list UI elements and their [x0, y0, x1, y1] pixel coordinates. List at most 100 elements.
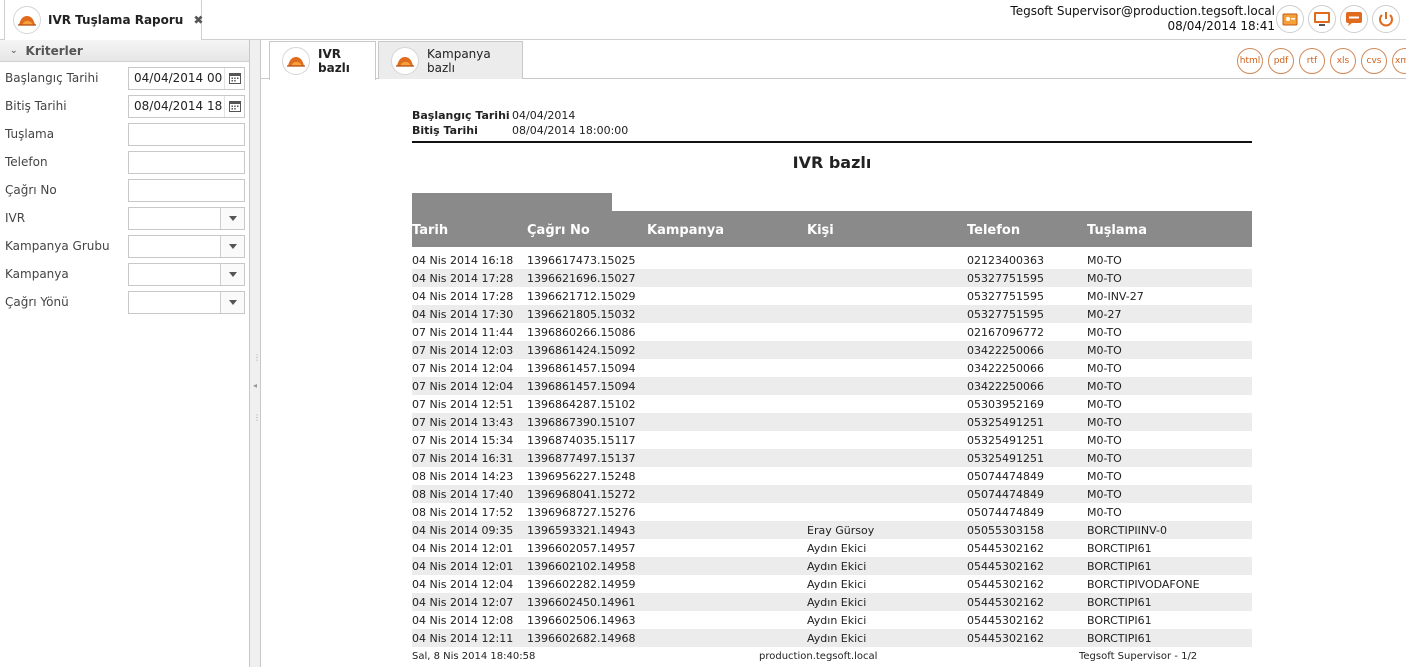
cell-person: Aydın Ekici	[807, 541, 867, 555]
table-row: 07 Nis 2014 16:31 1396877497.15137 0532549…	[412, 449, 1252, 467]
cell-keypress: BORCTIPI61	[1087, 613, 1152, 627]
report-start-row: Başlangıç Tarihi 04/04/2014	[412, 108, 1252, 123]
close-icon[interactable]: ✖	[193, 13, 203, 27]
dropdown-arrow-icon[interactable]	[220, 291, 244, 313]
campaign-group-select[interactable]	[128, 234, 245, 258]
cell-phone: 05445302162	[967, 631, 1044, 645]
footer-timestamp: Sal, 8 Nis 2014 18:40:58	[412, 651, 536, 662]
end-date-input[interactable]: 08/04/2014 18	[128, 94, 245, 118]
export-cvs-button[interactable]: cvs	[1361, 48, 1387, 74]
dropdown-arrow-icon[interactable]	[220, 235, 244, 257]
footer-user-page: Tegsoft Supervisor - 1/2	[1079, 651, 1198, 662]
cell-call-no: 1396861457.15094	[527, 361, 636, 375]
call-no-input[interactable]	[128, 178, 245, 202]
export-xls-button[interactable]: xls	[1330, 48, 1356, 74]
start-date-input[interactable]: 04/04/2014 00	[128, 66, 245, 90]
cell-phone: 05327751595	[967, 271, 1044, 285]
table-row: 04 Nis 2014 12:07 1396602450.14961 Aydın E…	[412, 593, 1252, 611]
cell-keypress: M0-TO	[1087, 361, 1122, 375]
tab-ivr-based[interactable]: IVR bazlı	[269, 41, 376, 80]
table-row: 04 Nis 2014 12:04 1396602282.14959 Aydın E…	[412, 575, 1252, 593]
report-end-row: Bitiş Tarihi 08/04/2014 18:00:00	[412, 123, 1252, 138]
table-row: 04 Nis 2014 12:01 1396602102.14958 Aydın E…	[412, 557, 1252, 575]
campaign-group-row: Kampanya Grubu	[0, 232, 249, 260]
id-card-icon[interactable]	[1276, 5, 1304, 33]
cell-call-no: 1396621712.15029	[527, 289, 636, 303]
call-no-row: Çağrı No	[0, 176, 249, 204]
user-name: Tegsoft Supervisor@production.tegsoft.lo…	[1010, 4, 1275, 18]
splitter-grip-icon[interactable]: ⋮	[253, 413, 261, 422]
column-header-keypress: Tuşlama	[1087, 223, 1147, 238]
dropdown-arrow-icon[interactable]	[220, 207, 244, 229]
cell-call-no: 1396968041.15272	[527, 487, 636, 501]
cell-person: Aydın Ekici	[807, 631, 867, 645]
table-row: 04 Nis 2014 09:35 1396593321.14943 Eray Gü…	[412, 521, 1252, 539]
cell-call-no: 1396956227.15248	[527, 469, 636, 483]
table-row: 04 Nis 2014 12:01 1396602057.14957 Aydın E…	[412, 539, 1252, 557]
cell-phone: 03422250066	[967, 361, 1044, 375]
cell-keypress: M0-27	[1087, 307, 1122, 321]
call-no-label: Çağrı No	[5, 183, 57, 197]
cell-call-no: 1396861424.15092	[527, 343, 636, 357]
criteria-panel-header[interactable]: ⌄ Kriterler	[0, 40, 249, 62]
cell-keypress: M0-TO	[1087, 397, 1122, 411]
table-row: 07 Nis 2014 12:04 1396861457.15094 0342225…	[412, 377, 1252, 395]
cell-person: Eray Gürsoy	[807, 523, 875, 537]
export-xml-button[interactable]: xm	[1392, 48, 1406, 74]
cell-date: 04 Nis 2014 12:04	[412, 577, 514, 591]
report-title: IVR bazlı	[792, 153, 872, 172]
report-footer: Sal, 8 Nis 2014 18:40:58 production.tegs…	[412, 651, 1202, 662]
cell-phone: 05327751595	[967, 289, 1044, 303]
tab-campaign-based[interactable]: Kampanya bazlı	[378, 41, 523, 79]
table-body: 04 Nis 2014 16:18 1396617473.15025 0212340…	[412, 251, 1252, 647]
cell-date: 08 Nis 2014 14:23	[412, 469, 514, 483]
tegsoft-logo-icon	[13, 6, 41, 34]
power-icon[interactable]	[1372, 5, 1400, 33]
cell-date: 04 Nis 2014 17:30	[412, 307, 514, 321]
report-area: IVR bazlı Kampanya bazlı html pdf rtf xl…	[260, 40, 1406, 667]
footer-host: production.tegsoft.local	[759, 651, 878, 662]
cell-call-no: 1396877497.15137	[527, 451, 636, 465]
cell-call-no: 1396968727.15276	[527, 505, 636, 519]
export-html-button[interactable]: html	[1237, 48, 1263, 74]
ivr-select[interactable]	[128, 206, 245, 230]
start-date-label: Başlangıç Tarihi	[5, 71, 99, 85]
cell-date: 07 Nis 2014 13:43	[412, 415, 514, 429]
table-row: 07 Nis 2014 15:34 1396874035.15117 0532549…	[412, 431, 1252, 449]
campaign-group-label: Kampanya Grubu	[5, 239, 110, 253]
keypress-input[interactable]	[128, 122, 245, 146]
campaign-select[interactable]	[128, 262, 245, 286]
phone-input[interactable]	[128, 150, 245, 174]
cell-phone: 05445302162	[967, 541, 1044, 555]
collapse-arrow-icon[interactable]: ◂	[253, 381, 257, 390]
table-row: 08 Nis 2014 14:23 1396956227.15248 0507447…	[412, 467, 1252, 485]
dropdown-arrow-icon[interactable]	[220, 263, 244, 285]
cell-date: 07 Nis 2014 16:31	[412, 451, 514, 465]
table-row: 07 Nis 2014 12:03 1396861424.15092 0342225…	[412, 341, 1252, 359]
cell-call-no: 1396874035.15117	[527, 433, 636, 447]
export-rtf-button[interactable]: rtf	[1299, 48, 1325, 74]
tab-label: Kampanya bazlı	[427, 46, 491, 75]
report-start-label: Başlangıç Tarihi	[412, 109, 510, 122]
cell-call-no: 1396867390.15107	[527, 415, 636, 429]
splitter-grip-icon[interactable]: ⋮	[253, 353, 261, 362]
monitor-icon[interactable]	[1308, 5, 1336, 33]
cell-call-no: 1396860266.15086	[527, 325, 636, 339]
cell-call-no: 1396602282.14959	[527, 577, 636, 591]
report-start-value: 04/04/2014	[512, 109, 576, 122]
phone-label: Telefon	[5, 155, 48, 169]
calendar-icon[interactable]	[224, 67, 244, 89]
export-pdf-button[interactable]: pdf	[1268, 48, 1294, 74]
group-header-band	[412, 193, 612, 211]
cell-keypress: M0-TO	[1087, 469, 1122, 483]
app-tab[interactable]: IVR Tuşlama Raporu ✖	[4, 0, 203, 40]
cell-call-no: 1396621696.15027	[527, 271, 636, 285]
ivr-label: IVR	[5, 211, 26, 225]
cell-date: 04 Nis 2014 09:35	[412, 523, 514, 537]
panel-splitter[interactable]: ⋮ ◂ ⋮	[250, 40, 261, 667]
chat-icon[interactable]	[1340, 5, 1368, 33]
chevron-down-icon[interactable]: ⌄	[10, 46, 18, 56]
column-header-date: Tarih	[412, 223, 449, 238]
calendar-icon[interactable]	[224, 95, 244, 117]
call-direction-select[interactable]	[128, 290, 245, 314]
